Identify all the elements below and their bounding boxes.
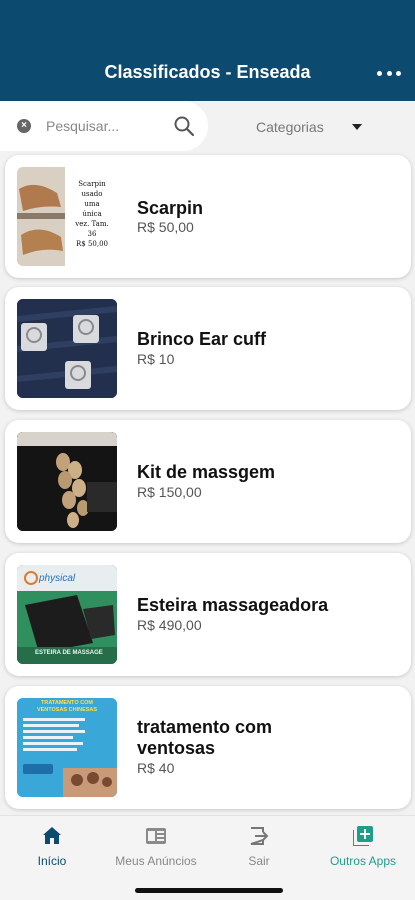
tab-label: Início: [37, 854, 67, 868]
image-caption: physical: [39, 573, 76, 584]
category-dropdown[interactable]: Categorias: [240, 114, 370, 138]
image-caption: vez. Tam.: [75, 220, 109, 228]
listing-image-kit: [17, 432, 117, 531]
listing-title: Kit de massgem: [137, 462, 276, 482]
image-caption: Scarpin: [78, 180, 106, 188]
earring-photo-icon: [17, 299, 117, 398]
image-caption: única: [82, 210, 102, 218]
listing-card-ventosas[interactable]: TRATAMENTO COM VENTOSAS CHINESAS tratame…: [5, 686, 411, 809]
listing-title: Brinco Ear cuff: [137, 329, 267, 349]
listing-title: Scarpin: [137, 198, 204, 218]
listing-price: R$ 50,00: [137, 219, 194, 235]
tab-meus-anuncios[interactable]: Meus Anúncios: [106, 826, 206, 872]
image-caption: uma: [84, 200, 100, 208]
home-icon: [43, 827, 61, 844]
image-caption: 36: [87, 230, 97, 238]
category-label: Categorias: [256, 119, 324, 135]
listing-card-esteira[interactable]: physical ESTEIRA DE MASSAGE Esteira mass…: [5, 553, 411, 676]
more-options-button[interactable]: [377, 64, 401, 82]
exit-icon: [250, 827, 269, 845]
tab-inicio[interactable]: Início: [2, 826, 102, 872]
clear-icon[interactable]: ×: [17, 119, 31, 133]
home-indicator: [135, 888, 283, 893]
search-box: ×: [0, 101, 208, 151]
tab-outros-apps[interactable]: Outros Apps: [313, 826, 413, 872]
add-box-icon: [353, 826, 373, 846]
tab-label: Outros Apps: [329, 854, 397, 868]
chevron-down-icon: [352, 124, 362, 130]
image-caption: VENTOSAS CHINESAS: [36, 707, 98, 713]
listing-title-line: ventosas: [137, 738, 216, 758]
dot-icon: [377, 70, 382, 76]
filter-bar: × Categorias: [0, 101, 415, 151]
listing-price: R$ 490,00: [137, 617, 202, 633]
dot-icon: [396, 70, 401, 76]
card-icon: [146, 828, 166, 844]
massage-stones-photo-icon: [17, 432, 117, 531]
listing-title-line: tratamento com: [137, 717, 273, 737]
image-caption: ESTEIRA DE MASSAGE: [35, 650, 103, 656]
listing-card-scarpin[interactable]: Scarpin usado uma única vez. Tam. 36 R$ …: [5, 155, 411, 278]
image-caption: usado: [81, 190, 103, 198]
dot-icon: [386, 70, 392, 76]
app-header: Classificados - Enseada: [0, 0, 415, 101]
tab-label: Sair: [248, 854, 270, 868]
listing-image-esteira: physical ESTEIRA DE MASSAGE: [17, 565, 117, 664]
tab-sair[interactable]: Sair: [209, 826, 309, 872]
listing-price: R$ 40: [137, 760, 175, 776]
listing-title: Esteira massageadora: [137, 595, 329, 615]
listing-card-kit-massagem[interactable]: Kit de massgem R$ 150,00: [5, 420, 411, 543]
page-title: Classificados - Enseada: [104, 62, 311, 82]
listing-card-brinco[interactable]: Brinco Ear cuff R$ 10: [5, 287, 411, 410]
listing-image-brinco: [17, 299, 117, 398]
image-caption: R$ 50,00: [76, 240, 108, 248]
image-caption: TRATAMENTO COM: [41, 700, 93, 706]
listing-price: R$ 150,00: [137, 484, 202, 500]
search-icon[interactable]: [173, 115, 195, 137]
listing-price: R$ 10: [137, 351, 175, 367]
tab-label: Meus Anúncios: [115, 854, 197, 868]
listing-image-scarpin: Scarpin usado uma única vez. Tam. 36 R$ …: [17, 167, 117, 266]
search-input[interactable]: [46, 114, 166, 138]
listing-title: tratamento com ventosas: [137, 717, 272, 759]
listing-image-ventosas: TRATAMENTO COM VENTOSAS CHINESAS: [17, 698, 117, 797]
